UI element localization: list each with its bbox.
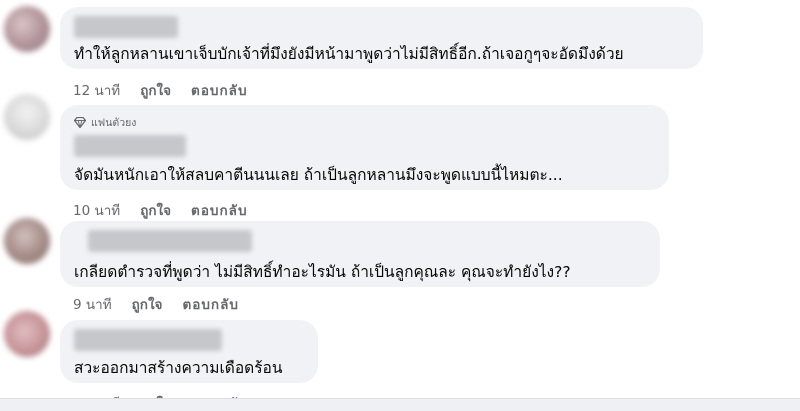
reply-button[interactable]: ตอบกลับ [182, 293, 238, 315]
reply-button[interactable]: ตอบกลับ [191, 79, 247, 101]
top-fan-badge: แฟนตัวยง [74, 114, 136, 131]
comment-bubble: สวะออกมาสร้างความเดือดร้อน [60, 320, 318, 383]
comment-text: สวะออกมาสร้างความเดือดร้อน [74, 359, 283, 377]
comment-timestamp[interactable]: 10 นาที [73, 199, 120, 221]
comment-text: จัดมันหนักเอาให้สลบคาตีนนนเลย ถ้าเป็นลูก… [74, 166, 563, 184]
comment-actions: 10 นาที ถูกใจ ตอบกลับ [73, 199, 248, 221]
comment-bubble: แฟนตัวยง จัดมันหนักเอาให้สลบคาตีนนนเลย ถ… [60, 105, 669, 190]
comment-text: ทำให้ลูกหลานเขาเจ็บบักเจ้าที่มึงยังมีหน้… [74, 45, 624, 63]
commenter-name[interactable] [74, 135, 186, 157]
comment-bubble: เกลียดตำรวจที่พูดว่า ไม่มีสิทธิ์ทำอะไรมั… [60, 221, 660, 287]
avatar[interactable] [4, 218, 50, 264]
avatar[interactable] [4, 6, 50, 52]
comment-bubble: ทำให้ลูกหลานเขาเจ็บบักเจ้าที่มึงยังมีหน้… [60, 7, 703, 69]
screenshot-bottom-edge [0, 398, 800, 411]
like-button[interactable]: ถูกใจ [132, 293, 163, 315]
comment-text: เกลียดตำรวจที่พูดว่า ไม่มีสิทธิ์ทำอะไรมั… [74, 263, 571, 281]
commenter-name[interactable] [88, 230, 252, 252]
comment-actions: 9 นาที ถูกใจ ตอบกลับ [73, 293, 239, 315]
comment-actions: 12 นาที ถูกใจ ตอบกลับ [73, 79, 248, 101]
top-fan-badge-label: แฟนตัวยง [91, 117, 137, 129]
comment-section: ทำให้ลูกหลานเขาเจ็บบักเจ้าที่มึงยังมีหน้… [0, 0, 800, 411]
comment-timestamp[interactable]: 9 นาที [73, 293, 112, 315]
commenter-name[interactable] [74, 329, 222, 351]
diamond-icon [74, 117, 86, 128]
commenter-name[interactable] [74, 16, 178, 38]
avatar[interactable] [4, 311, 50, 357]
avatar[interactable] [4, 94, 50, 140]
like-button[interactable]: ถูกใจ [140, 79, 171, 101]
like-button[interactable]: ถูกใจ [140, 199, 171, 221]
comment-timestamp[interactable]: 12 นาที [73, 79, 120, 101]
reply-button[interactable]: ตอบกลับ [191, 199, 247, 221]
